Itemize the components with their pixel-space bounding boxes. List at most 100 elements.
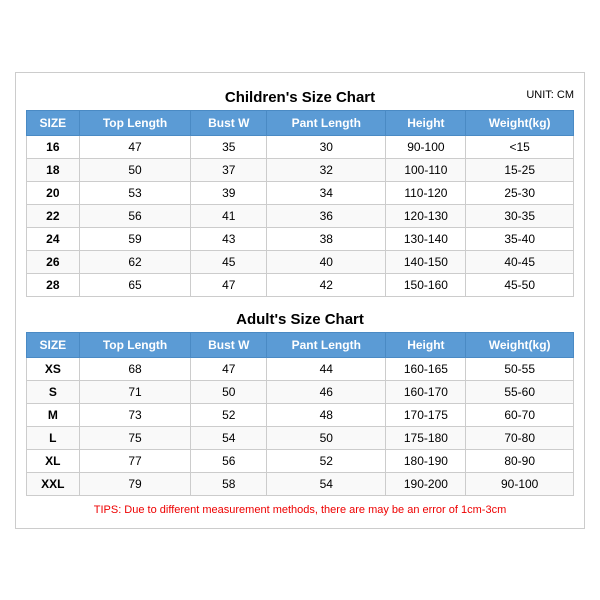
table-cell: 90-100 [466,472,574,495]
adult-col-size: SIZE [27,332,80,357]
table-cell: 175-180 [386,426,466,449]
adult-col-height: Height [386,332,466,357]
table-cell: 58 [191,472,267,495]
table-cell: 53 [79,181,191,204]
col-pant-length: Pant Length [267,110,386,135]
table-cell: 26 [27,250,80,273]
table-cell: 16 [27,135,80,158]
table-cell: 79 [79,472,191,495]
table-cell: 54 [267,472,386,495]
table-cell: 15-25 [466,158,574,181]
col-top-length: Top Length [79,110,191,135]
table-cell: 70-80 [466,426,574,449]
children-header-row: SIZE Top Length Bust W Pant Length Heigh… [27,110,574,135]
table-cell: 190-200 [386,472,466,495]
table-cell: 50 [267,426,386,449]
table-cell: M [27,403,80,426]
table-cell: 48 [267,403,386,426]
table-cell: 120-130 [386,204,466,227]
table-cell: 55-60 [466,380,574,403]
col-weight: Weight(kg) [466,110,574,135]
table-cell: 60-70 [466,403,574,426]
table-cell: 32 [267,158,386,181]
table-cell: 110-120 [386,181,466,204]
table-cell: 22 [27,204,80,227]
adult-section-title: Adult's Size Chart [26,303,574,332]
table-cell: 36 [267,204,386,227]
table-cell: 30 [267,135,386,158]
table-cell: 71 [79,380,191,403]
table-cell: <15 [466,135,574,158]
table-cell: 20 [27,181,80,204]
table-cell: 35 [191,135,267,158]
adult-size-table: SIZE Top Length Bust W Pant Length Heigh… [26,332,574,496]
table-cell: 100-110 [386,158,466,181]
table-cell: 34 [267,181,386,204]
table-cell: 68 [79,357,191,380]
table-cell: 38 [267,227,386,250]
adult-header-row: SIZE Top Length Bust W Pant Length Heigh… [27,332,574,357]
table-cell: 160-170 [386,380,466,403]
table-row: XXL795854190-20090-100 [27,472,574,495]
table-cell: 18 [27,158,80,181]
table-cell: 40 [267,250,386,273]
table-cell: 77 [79,449,191,472]
table-cell: 35-40 [466,227,574,250]
table-cell: XXL [27,472,80,495]
table-cell: 42 [267,273,386,296]
table-cell: 44 [267,357,386,380]
table-cell: 25-30 [466,181,574,204]
table-cell: 90-100 [386,135,466,158]
table-row: 20533934110-12025-30 [27,181,574,204]
adult-col-pant-length: Pant Length [267,332,386,357]
table-cell: 170-175 [386,403,466,426]
table-cell: 43 [191,227,267,250]
adult-col-bust-w: Bust W [191,332,267,357]
table-cell: 80-90 [466,449,574,472]
table-cell: 45-50 [466,273,574,296]
table-row: L755450175-18070-80 [27,426,574,449]
table-cell: 50 [79,158,191,181]
table-cell: 47 [79,135,191,158]
col-size: SIZE [27,110,80,135]
table-cell: 75 [79,426,191,449]
table-row: 1647353090-100<15 [27,135,574,158]
table-cell: 41 [191,204,267,227]
table-cell: 65 [79,273,191,296]
table-cell: 59 [79,227,191,250]
table-cell: 56 [191,449,267,472]
table-cell: 37 [191,158,267,181]
children-size-table: SIZE Top Length Bust W Pant Length Heigh… [26,110,574,297]
table-cell: 24 [27,227,80,250]
table-cell: 160-165 [386,357,466,380]
table-cell: 50-55 [466,357,574,380]
table-row: 26624540140-15040-45 [27,250,574,273]
table-row: 22564136120-13030-35 [27,204,574,227]
adult-col-weight: Weight(kg) [466,332,574,357]
table-row: M735248170-17560-70 [27,403,574,426]
adult-title-text: Adult's Size Chart [236,311,364,328]
tips-text: TIPS: Due to different measurement metho… [26,502,574,518]
table-cell: 140-150 [386,250,466,273]
table-row: 24594338130-14035-40 [27,227,574,250]
table-cell: 52 [267,449,386,472]
children-title-text: Children's Size Chart [225,89,375,106]
table-row: XS684744160-16550-55 [27,357,574,380]
children-section-title: Children's Size Chart UNIT: CM [26,83,574,110]
table-cell: 46 [267,380,386,403]
table-cell: 52 [191,403,267,426]
table-cell: 47 [191,273,267,296]
table-cell: S [27,380,80,403]
table-cell: XL [27,449,80,472]
table-row: XL775652180-19080-90 [27,449,574,472]
table-cell: 28 [27,273,80,296]
col-bust-w: Bust W [191,110,267,135]
unit-label: UNIT: CM [526,89,574,101]
table-row: 28654742150-16045-50 [27,273,574,296]
table-cell: 47 [191,357,267,380]
adult-col-top-length: Top Length [79,332,191,357]
table-cell: 50 [191,380,267,403]
table-cell: 180-190 [386,449,466,472]
table-cell: XS [27,357,80,380]
table-cell: 54 [191,426,267,449]
